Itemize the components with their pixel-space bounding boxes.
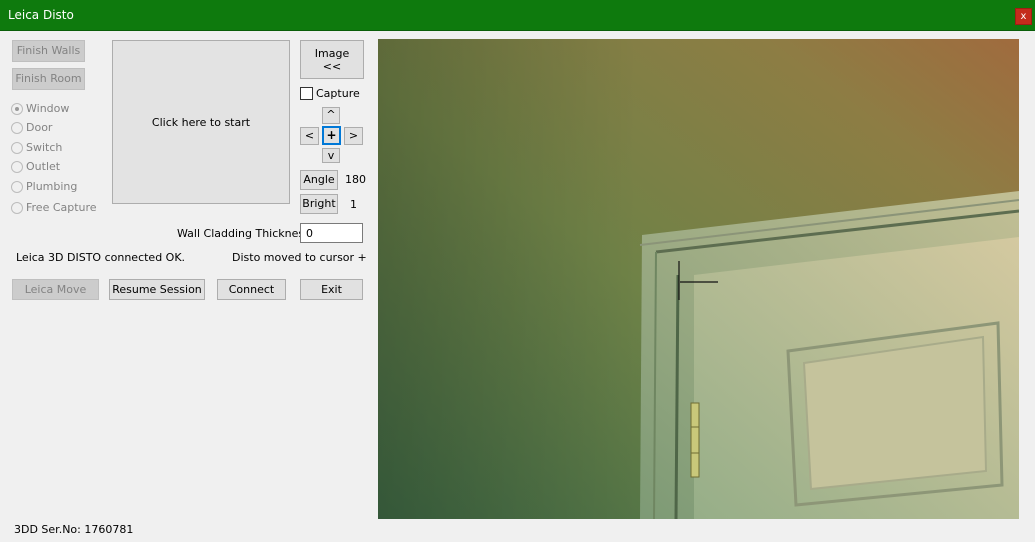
radio-window[interactable]: Window (11, 102, 69, 115)
leica-move-button[interactable]: Leica Move (12, 279, 99, 300)
radio-label: Switch (26, 141, 63, 154)
disto-status: Disto moved to cursor + (232, 251, 367, 264)
move-down-button[interactable]: v (322, 148, 340, 163)
radio-outlet[interactable]: Outlet (11, 160, 60, 173)
center-button[interactable]: + (322, 126, 341, 145)
radio-label: Door (26, 121, 53, 134)
image-button-label: Image (314, 47, 350, 60)
radio-label: Window (26, 102, 70, 115)
move-up-button[interactable]: ^ (322, 107, 340, 124)
radio-circle (11, 180, 23, 193)
bright-button[interactable]: Bright (300, 194, 338, 214)
title-bar: Leica Disto x (0, 0, 1035, 31)
resume-session-button[interactable]: Resume Session (109, 279, 205, 300)
start-area[interactable]: Click here to start (112, 40, 290, 204)
move-right-button[interactable]: > (344, 127, 363, 145)
camera-view[interactable] (378, 39, 1019, 519)
wall-cladding-label: Wall Cladding Thickness (177, 227, 310, 240)
radio-circle (11, 141, 23, 154)
angle-button[interactable]: Angle (300, 170, 338, 190)
image-button[interactable]: Image << (300, 40, 364, 79)
camera-image (378, 39, 1019, 519)
radio-label: Plumbing (26, 180, 78, 193)
finish-walls-button[interactable]: Finish Walls (12, 40, 85, 62)
radio-circle (11, 121, 23, 134)
capture-checkbox[interactable]: Capture (300, 87, 360, 100)
exit-button[interactable]: Exit (300, 279, 363, 300)
bright-value: 1 (350, 198, 357, 211)
capture-label: Capture (316, 87, 360, 100)
image-button-arrow: << (322, 60, 342, 73)
window-title: Leica Disto (8, 8, 74, 22)
radio-circle (11, 102, 23, 115)
close-button[interactable]: x (1015, 8, 1032, 25)
radio-label: Outlet (26, 160, 61, 173)
checkbox-box (300, 87, 313, 100)
door-hinge (690, 402, 700, 478)
connection-status: Leica 3D DISTO connected OK. (16, 251, 186, 264)
wall-cladding-input[interactable] (300, 223, 363, 243)
start-area-label: Click here to start (151, 115, 251, 129)
serial-number: 3DD Ser.No: 1760781 (14, 523, 134, 536)
finish-room-button[interactable]: Finish Room (12, 68, 85, 90)
radio-circle (11, 160, 23, 173)
radio-free-capture[interactable]: Free Capture (11, 201, 97, 214)
radio-circle (11, 201, 23, 214)
connect-button[interactable]: Connect (217, 279, 286, 300)
radio-door[interactable]: Door (11, 121, 52, 134)
angle-value: 180 (345, 173, 366, 186)
radio-label: Free Capture (26, 201, 97, 214)
radio-plumbing[interactable]: Plumbing (11, 180, 77, 193)
move-left-button[interactable]: < (300, 127, 319, 145)
radio-switch[interactable]: Switch (11, 141, 62, 154)
